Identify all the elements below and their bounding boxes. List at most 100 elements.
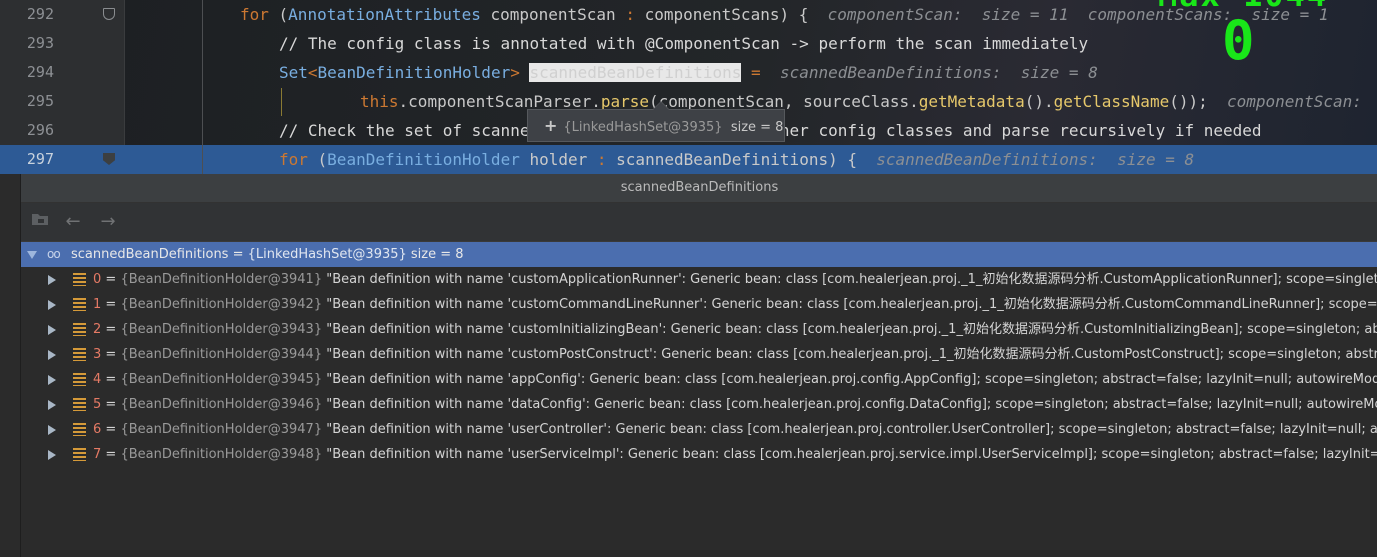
code-token: componentScans) { [634,5,828,24]
code-token: // The config class is annotated with @C… [279,34,1089,53]
tree-item-row[interactable]: 2 = {BeanDefinitionHolder@3943} "Bean de… [21,317,1377,342]
code-text[interactable]: for (BeanDefinitionHolder holder : scann… [279,145,1194,174]
forward-arrow-icon[interactable]: → [97,211,119,233]
code-token: getMetadata [918,92,1025,111]
item-value: "Bean definition with name 'dataConfig':… [326,397,1377,412]
equals-sign: = [101,347,121,362]
fold-marker-icon[interactable] [103,153,115,165]
tree-item-label: 2 = {BeanDefinitionHolder@3943} "Bean de… [93,317,1377,342]
expand-triangle-icon[interactable] [48,450,56,460]
tree-item-label: 0 = {BeanDefinitionHolder@3941} "Bean de… [93,267,1377,292]
expand-triangle-icon[interactable] [48,300,56,310]
item-value: "Bean definition with name 'appConfig': … [326,372,1377,387]
tree-item-row[interactable]: 0 = {BeanDefinitionHolder@3941} "Bean de… [21,267,1377,292]
expand-triangle-icon[interactable] [48,350,56,360]
collapse-triangle-icon[interactable] [27,251,37,259]
item-value: "Bean definition with name 'customPostCo… [326,347,1377,362]
equals-sign: = [101,422,121,437]
code-token: ( [268,5,289,24]
code-token: getClassName [1053,92,1170,111]
code-token: scannedBeanDefinitions [529,63,742,82]
code-text[interactable]: Set<BeanDefinitionHolder> scannedBeanDef… [279,58,1098,87]
popup-toolbar: ← → [21,203,1377,242]
line-number[interactable]: 296 [20,116,54,145]
tree-item-row[interactable]: 3 = {BeanDefinitionHolder@3944} "Bean de… [21,342,1377,367]
code-token: for [279,150,308,169]
expand-plus-icon[interactable]: + [544,116,557,135]
code-token: componentScan: [1227,92,1362,111]
tree-item-label: 7 = {BeanDefinitionHolder@3948} "Bean de… [93,442,1377,467]
expand-triangle-icon[interactable] [48,400,56,410]
code-token: < [307,63,318,82]
tree-item-label: 5 = {BeanDefinitionHolder@3946} "Bean de… [93,392,1377,417]
item-object: {BeanDefinitionHolder@3947} [120,422,323,437]
code-token: . [398,92,409,111]
code-token: scannedBeanDefinitions: size = 8 [876,150,1195,169]
code-line[interactable]: 293 // The config class is annotated with… [0,29,1377,58]
code-line[interactable]: 297 for (BeanDefinitionHolder holder : sc… [0,145,1377,174]
code-token: holder [519,150,597,169]
variable-inspector-popup[interactable]: scannedBeanDefinitions ← → oo scannedBea… [20,174,1377,557]
variable-tree[interactable]: oo scannedBeanDefinitions = {LinkedHashS… [21,242,1377,467]
field-icon [73,323,86,336]
indent-guide [281,88,282,116]
tree-item-label: 3 = {BeanDefinitionHolder@3944} "Bean de… [93,342,1377,367]
equals-sign: = [101,397,121,412]
line-number[interactable]: 297 [20,145,54,174]
expand-triangle-icon[interactable] [48,325,56,335]
tree-item-row[interactable]: 5 = {BeanDefinitionHolder@3946} "Bean de… [21,392,1377,417]
code-text[interactable]: // The config class is annotated with @C… [279,29,1088,58]
line-number[interactable]: 293 [20,29,54,58]
root-label: scannedBeanDefinitions = {LinkedHashSet@… [71,247,464,262]
code-token: : [625,5,635,24]
folder-icon[interactable] [29,211,51,233]
fold-marker-icon[interactable] [103,8,115,20]
code-token: this [360,92,399,111]
code-token: = [741,63,771,82]
code-token: : [596,150,607,169]
field-icon [73,448,86,461]
line-number[interactable]: 292 [20,0,54,29]
tree-item-label: 6 = {BeanDefinitionHolder@3947} "Bean de… [93,417,1377,442]
item-object: {BeanDefinitionHolder@3942} [120,297,323,312]
tree-item-label: 4 = {BeanDefinitionHolder@3945} "Bean de… [93,367,1377,392]
value-tooltip[interactable]: + {LinkedHashSet@3935} size = 8 [527,101,785,142]
field-icon [73,273,86,286]
tooltip-size: size = 8 [730,120,784,135]
expand-triangle-icon[interactable] [48,375,56,385]
back-arrow-icon[interactable]: ← [62,211,84,233]
equals-sign: = [101,372,121,387]
indent-guide [202,0,203,174]
tree-item-row[interactable]: 7 = {BeanDefinitionHolder@3948} "Bean de… [21,442,1377,467]
line-number[interactable]: 294 [20,58,54,87]
fps-overlay-counter: 0 [1222,9,1255,72]
tree-item-label: 1 = {BeanDefinitionHolder@3942} "Bean de… [93,292,1377,317]
code-line[interactable]: 294 Set<BeanDefinitionHolder> scannedBean… [0,58,1377,87]
code-text[interactable]: this.componentScanParser.parse(component… [360,87,1362,116]
code-token: BeanDefinitionHolder [327,150,520,169]
equals-sign: = [101,297,121,312]
expand-triangle-icon[interactable] [48,275,56,285]
tree-item-row[interactable]: 6 = {BeanDefinitionHolder@3947} "Bean de… [21,417,1377,442]
code-token: componentScan [480,5,626,24]
expand-triangle-icon[interactable] [48,425,56,435]
code-token: Set [279,63,308,82]
code-token: ( [307,150,328,169]
code-token: BeanDefinitionHolder [317,63,511,82]
item-value: "Bean definition with name 'customApplic… [326,272,1377,287]
field-icon [73,348,86,361]
tree-root-row[interactable]: oo scannedBeanDefinitions = {LinkedHashS… [21,242,1377,267]
item-object: {BeanDefinitionHolder@3948} [120,447,323,462]
tree-item-row[interactable]: 4 = {BeanDefinitionHolder@3945} "Bean de… [21,367,1377,392]
code-token: (). [1024,92,1054,111]
item-value: "Bean definition with name 'customComman… [326,297,1377,312]
code-token: AnnotationAttributes [288,5,481,24]
code-token: scannedBeanDefinitions) { [606,150,877,169]
code-token: for [240,5,269,24]
item-value: "Bean definition with name 'userServiceI… [326,447,1377,462]
code-editor[interactable]: 292 for (AnnotationAttributes componentSc… [0,0,1377,174]
tree-item-row[interactable]: 1 = {BeanDefinitionHolder@3942} "Bean de… [21,292,1377,317]
popup-title: scannedBeanDefinitions [21,174,1377,203]
item-value: "Bean definition with name 'customInitia… [326,322,1377,337]
line-number[interactable]: 295 [20,87,54,116]
